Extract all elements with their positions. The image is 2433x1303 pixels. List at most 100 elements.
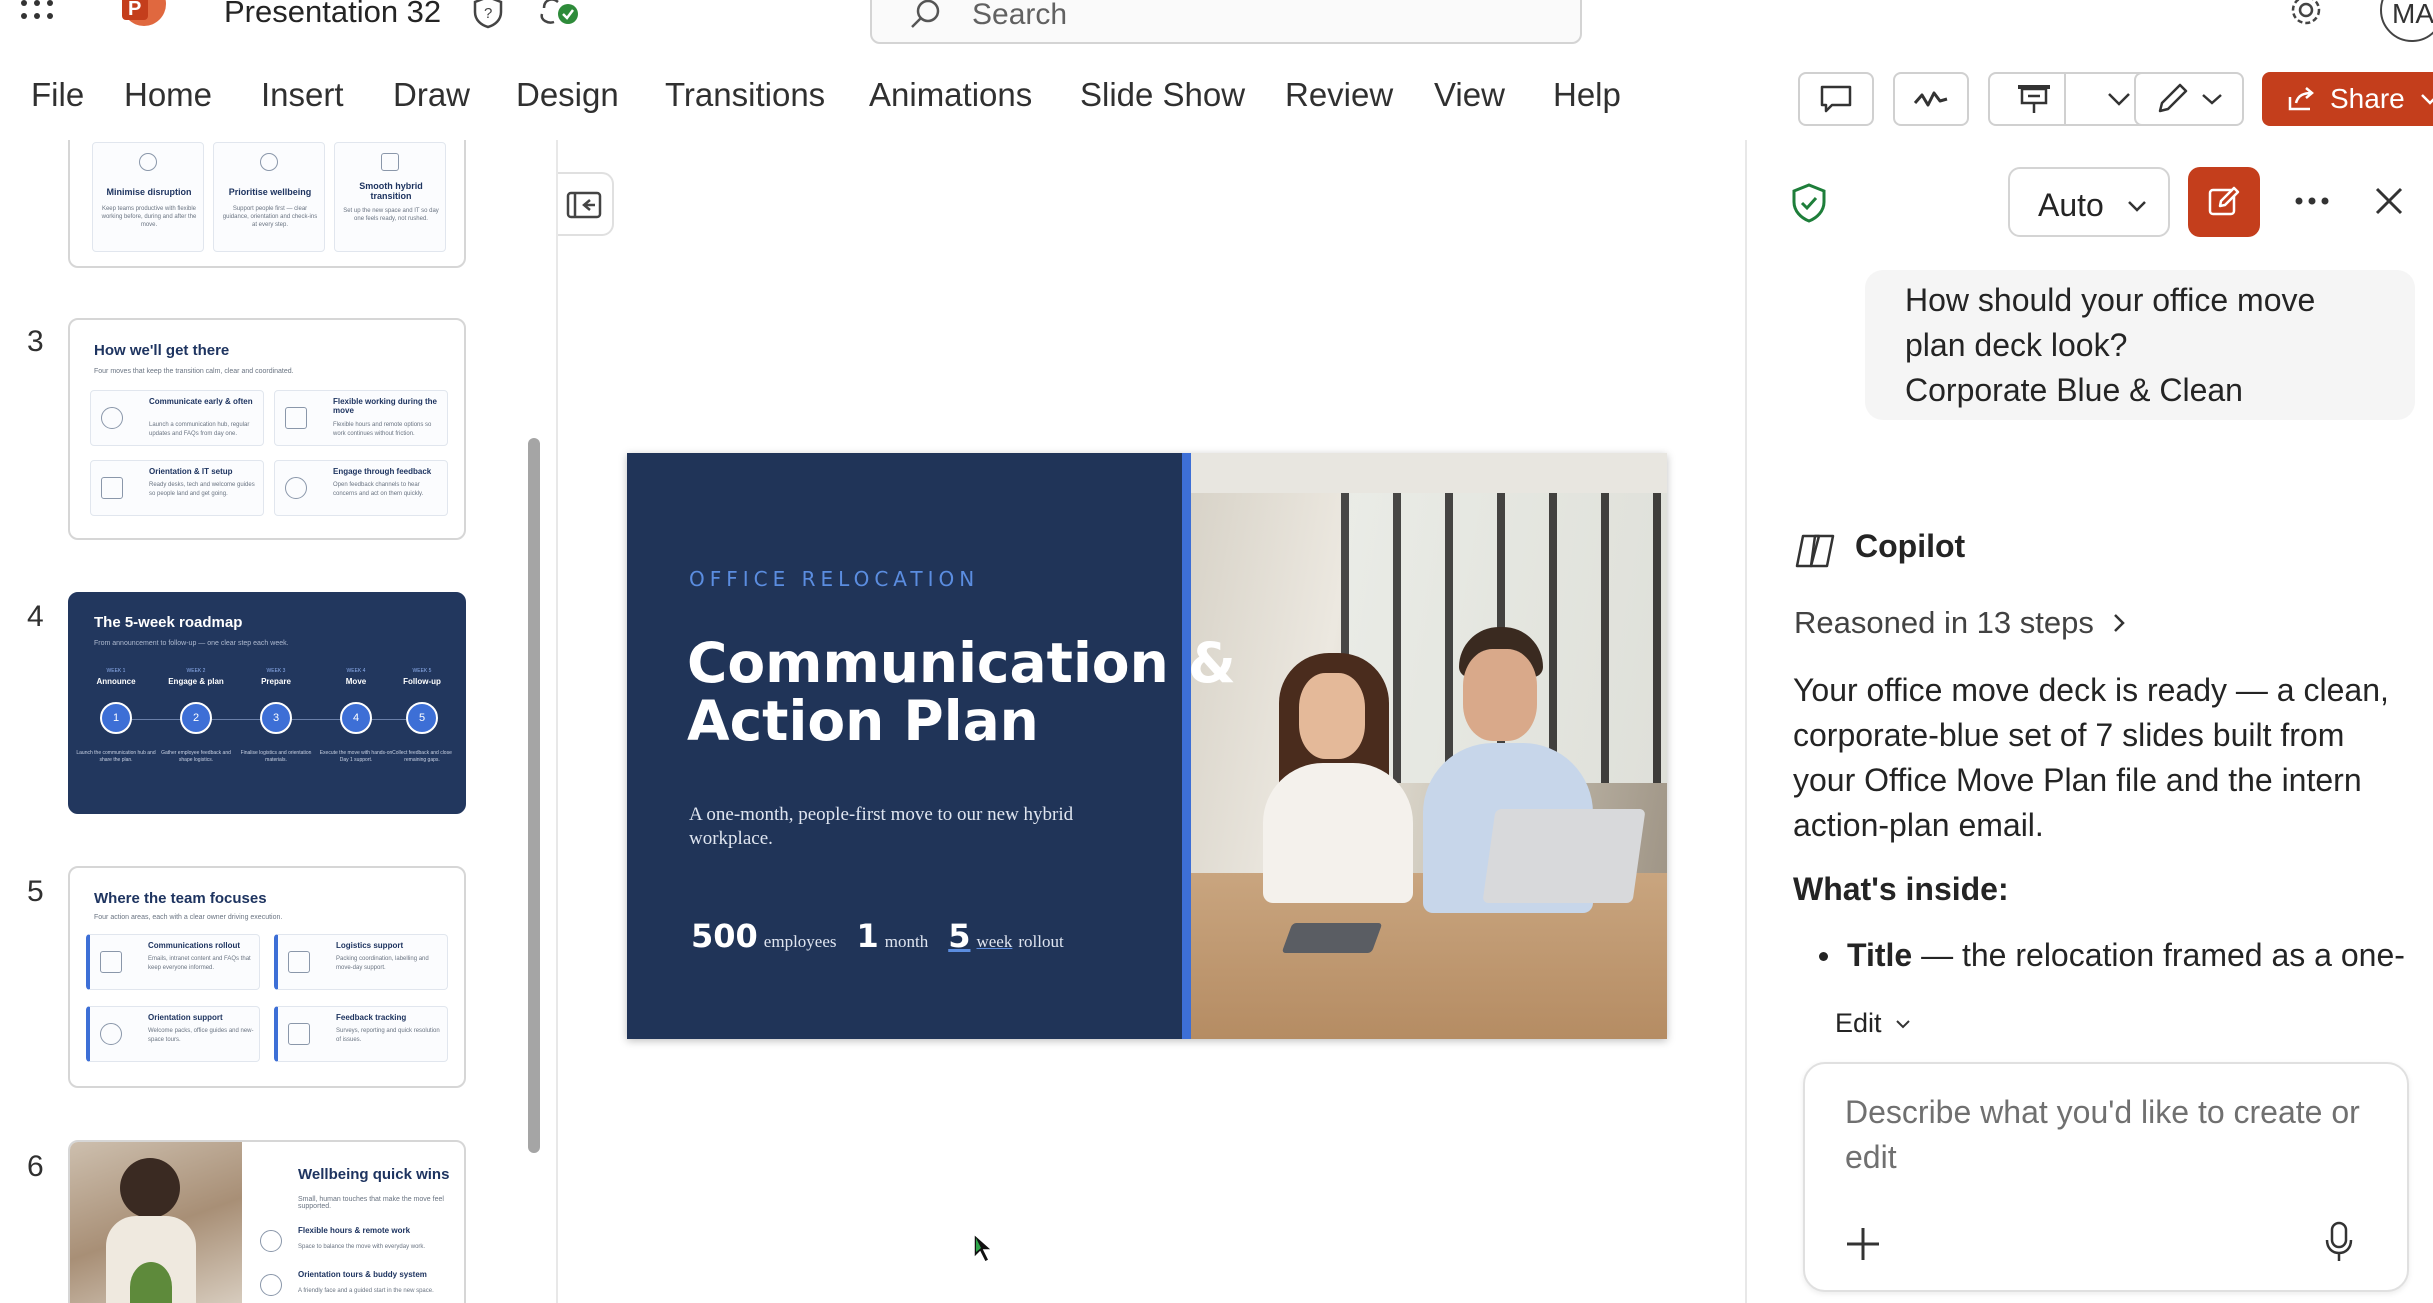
thumb3-card-4-text: Open feedback channels to hear concerns …	[333, 482, 424, 497]
hands-heart-icon	[260, 153, 278, 171]
reasoned-steps-toggle[interactable]: Reasoned in 13 steps	[1794, 605, 2126, 641]
email-icon	[100, 951, 122, 973]
tab-home[interactable]: Home	[124, 76, 212, 114]
thumbnail-scrollbar[interactable]	[528, 438, 540, 1153]
roadmap-step-3: WEEK 3 Prepare 3 Finalise logistics and …	[236, 668, 316, 764]
tab-slide-show[interactable]: Slide Show	[1080, 76, 1245, 114]
tab-review[interactable]: Review	[1285, 76, 1393, 114]
slide-number-3: 3	[27, 325, 44, 358]
panel-divider[interactable]	[556, 140, 558, 1303]
tab-help[interactable]: Help	[1553, 76, 1621, 114]
clock-icon	[260, 1230, 282, 1252]
user-message-bubble: How should your office move plan deck lo…	[1865, 270, 2415, 420]
document-title[interactable]: Presentation 32	[224, 0, 441, 30]
draw-pen-button[interactable]	[2134, 72, 2244, 126]
close-icon[interactable]	[2372, 184, 2406, 218]
tab-animations[interactable]: Animations	[869, 76, 1032, 114]
collapse-panel-icon	[566, 191, 602, 219]
stat-employees-value: 500	[691, 917, 758, 955]
search-box[interactable]: Search	[870, 0, 1582, 44]
thumb5-card-2: Logistics support Packing coordination, …	[274, 934, 448, 990]
step-1-circle: 1	[100, 702, 132, 734]
step-3-circle: 3	[260, 702, 292, 734]
slide-thumbnail-3[interactable]: How we'll get there Four moves that keep…	[68, 318, 466, 540]
stat-employees-label: employees	[763, 932, 837, 951]
thumb5-card-1-title: Communications rollout	[148, 941, 240, 950]
step-5-label: Follow-up	[403, 677, 441, 686]
present-divider	[2064, 74, 2066, 124]
tab-draw[interactable]: Draw	[393, 76, 470, 114]
tab-file[interactable]: File	[31, 76, 84, 114]
shield-check-icon[interactable]	[1789, 182, 1829, 224]
roadmap-step-2: WEEK 2 Engage & plan 2 Gather employee f…	[156, 668, 236, 764]
slide-thumbnail-6[interactable]: Wellbeing quick wins Small, human touche…	[68, 1140, 466, 1303]
present-button[interactable]	[1988, 72, 2158, 126]
thumb2-card-2-title: Prioritise wellbeing	[228, 187, 312, 197]
photo-woman-body	[1263, 763, 1413, 903]
prompt-input-box[interactable]: Describe what you'd like to create or ed…	[1803, 1062, 2409, 1292]
thumb6-item-1-text: Space to balance the move with everyday …	[298, 1244, 426, 1250]
step-2-circle: 2	[180, 702, 212, 734]
response-line-1: Your office move deck is ready — a clean…	[1793, 672, 2389, 708]
mode-dropdown[interactable]: Auto	[2008, 167, 2170, 237]
comment-icon	[1820, 85, 1852, 113]
thumb5-card-1: Communications rollout Emails, intranet …	[86, 934, 260, 990]
chevron-down-icon	[2128, 201, 2146, 212]
app-launcher-icon[interactable]	[18, 0, 58, 26]
chevron-down-icon[interactable]	[2106, 91, 2132, 107]
edit-dropdown[interactable]: Edit	[1835, 1008, 1912, 1039]
bullet-dot	[1819, 952, 1828, 961]
slide-title-line-2: Action Plan	[687, 689, 1039, 753]
tab-transitions[interactable]: Transitions	[665, 76, 825, 114]
thumb5-card-1-text: Emails, intranet content and FAQs that k…	[148, 956, 251, 971]
tab-insert[interactable]: Insert	[261, 76, 344, 114]
settings-gear-icon[interactable]	[2288, 0, 2324, 28]
more-options-icon[interactable]	[2292, 194, 2332, 206]
new-chat-button[interactable]	[2188, 167, 2260, 237]
thumb5-title: Where the team focuses	[94, 890, 267, 907]
thumb6-item-2-text: A friendly face and a guided start in th…	[298, 1288, 434, 1294]
thumb5-card-2-text: Packing coordination, labelling and move…	[336, 956, 429, 971]
thumb3-card-2-text: Flexible hours and remote options so wor…	[333, 422, 432, 437]
chevron-down-icon	[1895, 1019, 1910, 1028]
saved-to-cloud-icon[interactable]	[538, 0, 580, 30]
whats-inside-heading: What's inside:	[1793, 871, 2009, 907]
step-5-text: Collect feedback and close remaining gap…	[392, 750, 452, 763]
photo-laptop	[1482, 809, 1646, 903]
chevron-down-icon	[2202, 94, 2222, 105]
slide-canvas[interactable]: OFFICE RELOCATION Communication & Action…	[627, 453, 1667, 1039]
catch-up-button[interactable]	[1893, 72, 1969, 126]
step-3-week: WEEK 3	[266, 668, 286, 674]
share-icon	[2288, 87, 2314, 111]
thumb2-card-2-text: Support people first — clear guidance, o…	[222, 206, 318, 228]
slide-thumbnail-4[interactable]: The 5-week roadmap From announcement to …	[68, 592, 466, 814]
thumb4-subtitle: From announcement to follow-up — one cle…	[94, 640, 289, 647]
thumb4-title: The 5-week roadmap	[94, 614, 243, 631]
add-attachment-icon[interactable]	[1843, 1224, 1883, 1264]
share-button[interactable]: Share	[2262, 72, 2433, 126]
slide-eyebrow: OFFICE RELOCATION	[689, 567, 980, 591]
slide-thumbnail-5[interactable]: Where the team focuses Four action areas…	[68, 866, 466, 1088]
people-icon	[260, 1274, 282, 1296]
microphone-icon[interactable]	[2321, 1220, 2357, 1264]
svg-text:?: ?	[484, 5, 492, 22]
step-1-week: WEEK 1	[106, 668, 126, 674]
tab-view[interactable]: View	[1434, 76, 1505, 114]
slide-thumbnail-2[interactable]: Minimise disruption Keep teams productiv…	[68, 140, 466, 268]
protection-shield-icon[interactable]: ?	[470, 0, 506, 30]
step-5-circle: 5	[406, 702, 438, 734]
tab-design[interactable]: Design	[516, 76, 619, 114]
step-1-label: Announce	[96, 677, 136, 686]
thumb2-card-1-title: Minimise disruption	[106, 187, 192, 197]
collapse-pane-button[interactable]	[558, 172, 614, 236]
slide-thumbnail-panel: Minimise disruption Keep teams productiv…	[0, 140, 556, 1303]
comments-button[interactable]	[1798, 72, 1874, 126]
thumb5-card-3-title: Orientation support	[148, 1013, 223, 1022]
thumb3-card-4-title: Engage through feedback	[333, 467, 432, 476]
search-icon	[908, 0, 944, 34]
avatar[interactable]: MA	[2380, 0, 2433, 42]
thumb3-title: How we'll get there	[94, 342, 230, 359]
prompt-placeholder-line-2: edit	[1845, 1139, 1897, 1175]
mode-label: Auto	[2038, 187, 2104, 223]
thumb2-card-1: Minimise disruption Keep teams productiv…	[92, 142, 204, 252]
